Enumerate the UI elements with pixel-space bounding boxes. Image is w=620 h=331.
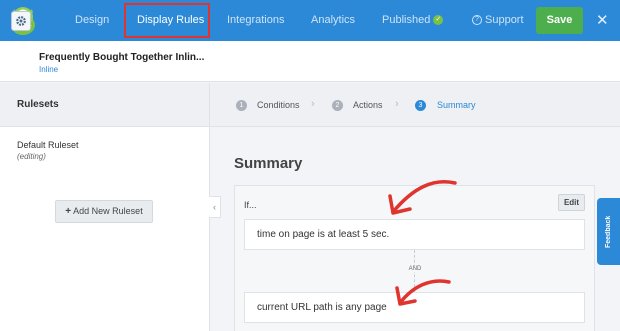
annotation-arrow-icon xyxy=(395,279,451,306)
add-ruleset-label: Add New Ruleset xyxy=(73,206,143,216)
ruleset-item-default[interactable]: Default Ruleset xyxy=(17,140,79,150)
nav-tab-published[interactable]: Published ✓ xyxy=(382,0,444,41)
nav-tab-analytics[interactable]: Analytics xyxy=(311,0,355,41)
chevron-right-icon: › xyxy=(311,98,315,110)
step-actions[interactable]: Actions xyxy=(353,100,383,111)
step-conditions[interactable]: Conditions xyxy=(257,100,300,111)
campaign-type: Inline xyxy=(39,65,59,74)
annotation-arrow-icon xyxy=(388,180,457,215)
summary-title: Summary xyxy=(234,155,303,172)
collapse-panel-icon[interactable]: ‹ xyxy=(209,196,221,218)
help-circle-icon: ? xyxy=(472,15,482,26)
feedback-label: Feedback xyxy=(605,215,612,248)
display-rules-highlight-box xyxy=(124,3,210,38)
plus-icon: + xyxy=(65,206,72,217)
feedback-tab[interactable]: Feedback xyxy=(597,198,620,265)
check-circle-icon: ✓ xyxy=(433,15,444,26)
published-label: Published xyxy=(382,14,431,26)
step-summary[interactable]: Summary xyxy=(437,100,476,111)
add-new-ruleset-button[interactable]: + Add New Ruleset xyxy=(55,200,153,223)
step-number-summary: 3 xyxy=(415,100,426,111)
nav-tab-design[interactable]: Design xyxy=(75,0,109,41)
close-icon[interactable]: ✕ xyxy=(596,0,609,41)
step-number-conditions: 1 xyxy=(236,100,247,111)
step-number-actions: 2 xyxy=(332,100,343,111)
chevron-right-icon: › xyxy=(395,98,399,110)
nav-support-link[interactable]: ? Support xyxy=(472,0,524,41)
save-button[interactable]: Save xyxy=(536,7,583,34)
if-label: If... xyxy=(244,200,257,210)
ruleset-state: (editing) xyxy=(17,152,46,161)
edit-button[interactable]: Edit xyxy=(558,194,585,211)
and-joiner: AND xyxy=(404,266,426,272)
gear-icon[interactable] xyxy=(11,11,31,31)
condition-row: time on page is at least 5 sec. xyxy=(244,219,585,250)
nav-tab-integrations[interactable]: Integrations xyxy=(227,0,284,41)
rulesets-heading: Rulesets xyxy=(17,99,59,110)
support-label: Support xyxy=(485,14,524,26)
campaign-title: Frequently Bought Together Inlin... xyxy=(39,52,205,63)
